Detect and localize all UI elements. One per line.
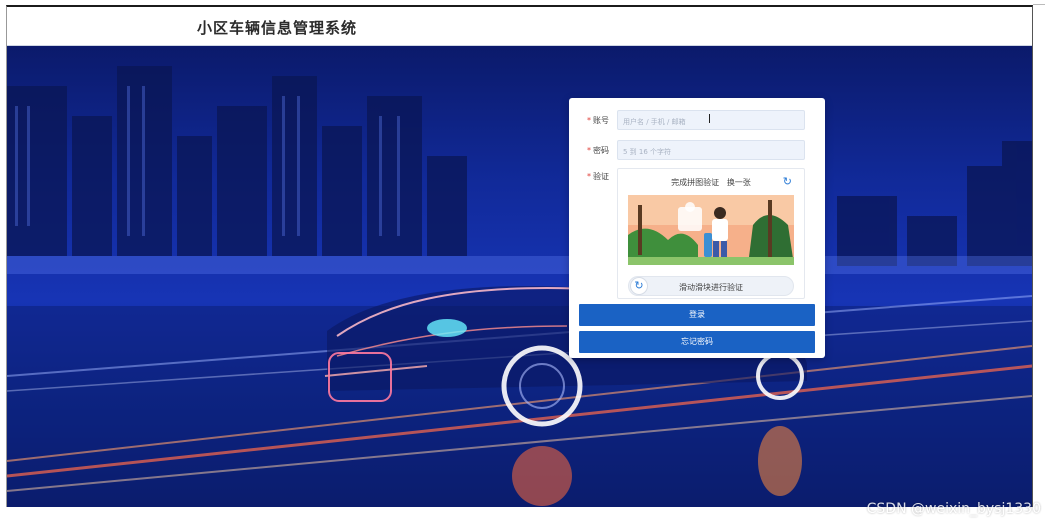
text-cursor <box>709 114 710 123</box>
captcha-slider-track[interactable]: 滑动滑块进行验证 ↻ <box>628 276 794 296</box>
hero-background: * 账号 用户名 / 手机 / 邮箱 * 密码 5 到 16 个字符 * 验证 完成拼… <box>7 46 1032 507</box>
captcha-box: 完成拼图验证 换一张 ↻ 滑动滑块进行验证 ↻ <box>617 168 805 299</box>
captcha-instruction: 完成拼图验证 <box>671 178 720 187</box>
refresh-icon[interactable]: ↻ <box>783 175 792 188</box>
password-input[interactable]: 5 到 16 个字符 <box>617 140 805 160</box>
password-label: * 密码 <box>587 146 609 155</box>
slider-handle[interactable]: ↻ <box>630 277 648 295</box>
account-input[interactable]: 用户名 / 手机 / 邮箱 <box>617 110 805 130</box>
refresh-icon: ↻ <box>634 279 644 292</box>
city-car-illustration <box>7 66 1032 507</box>
window-edge <box>1033 4 1045 5</box>
required-marker: * <box>587 116 591 125</box>
captcha-label: * 验证 <box>587 172 609 181</box>
login-button[interactable]: 登录 <box>579 304 815 326</box>
site-title: 小区车辆信息管理系统 <box>197 19 358 37</box>
captcha-header: 完成拼图验证 换一张 <box>618 177 804 188</box>
required-marker: * <box>587 172 591 181</box>
browser-frame: 小区车辆信息管理系统 * 账号 用户名 / 手机 / 邮箱 * 密码 5 到 1… <box>6 5 1033 507</box>
required-marker: * <box>587 146 591 155</box>
captcha-switch-link[interactable]: 换一张 <box>727 178 751 187</box>
watermark: CSDN @weixin_bysj1330 <box>866 501 1041 517</box>
slider-instruction: 滑动滑块进行验证 <box>679 283 743 292</box>
forgot-password-button[interactable]: 忘记密码 <box>579 331 815 353</box>
login-panel: * 账号 用户名 / 手机 / 邮箱 * 密码 5 到 16 个字符 * 验证 完成拼… <box>569 98 825 358</box>
top-bar: 小区车辆信息管理系统 <box>7 7 1032 46</box>
account-label: * 账号 <box>587 116 609 125</box>
captcha-puzzle-image <box>628 195 794 265</box>
